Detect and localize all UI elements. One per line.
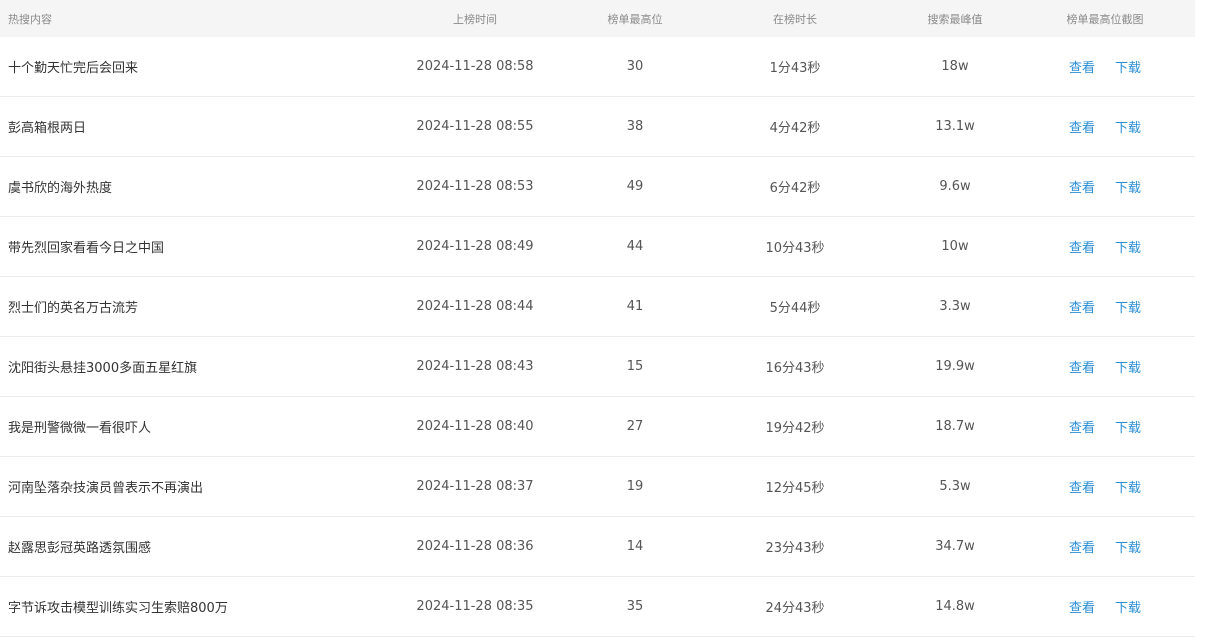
hot-search-table: 热搜内容 上榜时间 榜单最高位 在榜时长 搜索最峰值 榜单最高位截图 十个勤天忙… <box>0 0 1195 637</box>
row-title: 烈士们的英名万古流芳 <box>8 301 139 316</box>
row-duration: 16分43秒 <box>765 361 825 376</box>
header-duration: 在榜时长 <box>773 12 817 26</box>
row-duration: 4分42秒 <box>769 121 821 136</box>
download-link[interactable]: 下载 <box>1115 297 1141 316</box>
view-link[interactable]: 查看 <box>1069 297 1095 316</box>
row-time: 2024-11-28 08:58 <box>416 59 534 74</box>
view-link[interactable]: 查看 <box>1069 177 1095 196</box>
view-link[interactable]: 查看 <box>1069 357 1095 376</box>
table-row: 河南坠落杂技演员曾表示不再演出 2024-11-28 08:37 19 12分4… <box>0 457 1195 517</box>
row-rank: 30 <box>626 59 644 74</box>
view-link[interactable]: 查看 <box>1069 597 1095 616</box>
row-rank: 27 <box>626 419 644 434</box>
row-duration: 23分43秒 <box>765 541 825 556</box>
row-time: 2024-11-28 08:36 <box>416 539 534 554</box>
row-actions: 查看 下载 <box>1015 177 1195 196</box>
download-link[interactable]: 下载 <box>1115 237 1141 256</box>
row-peak: 3.3w <box>939 299 971 314</box>
row-time: 2024-11-28 08:37 <box>416 479 534 494</box>
row-time: 2024-11-28 08:43 <box>416 359 534 374</box>
row-rank: 14 <box>626 539 644 554</box>
row-title: 沈阳街头悬挂3000多面五星红旗 <box>8 361 198 376</box>
table-row: 我是刑警微微一看很吓人 2024-11-28 08:40 27 19分42秒 1… <box>0 397 1195 457</box>
table-row: 沈阳街头悬挂3000多面五星红旗 2024-11-28 08:43 15 16分… <box>0 337 1195 397</box>
table-row: 虞书欣的海外热度 2024-11-28 08:53 49 6分42秒 9.6w … <box>0 157 1195 217</box>
row-rank: 19 <box>626 479 644 494</box>
row-time: 2024-11-28 08:55 <box>416 119 534 134</box>
row-rank: 41 <box>626 299 644 314</box>
view-link[interactable]: 查看 <box>1069 537 1095 556</box>
table-row: 字节诉攻击模型训练实习生索赔800万 2024-11-28 08:35 35 2… <box>0 577 1195 637</box>
table-row: 烈士们的英名万古流芳 2024-11-28 08:44 41 5分44秒 3.3… <box>0 277 1195 337</box>
row-title: 我是刑警微微一看很吓人 <box>8 421 152 436</box>
row-peak: 10w <box>941 239 969 254</box>
row-time: 2024-11-28 08:40 <box>416 419 534 434</box>
view-link[interactable]: 查看 <box>1069 417 1095 436</box>
download-link[interactable]: 下载 <box>1115 357 1141 376</box>
row-peak: 18w <box>941 59 969 74</box>
row-duration: 19分42秒 <box>765 421 825 436</box>
view-link[interactable]: 查看 <box>1069 117 1095 136</box>
table-header: 热搜内容 上榜时间 榜单最高位 在榜时长 搜索最峰值 榜单最高位截图 <box>0 0 1195 37</box>
row-duration: 1分43秒 <box>769 61 821 76</box>
download-link[interactable]: 下载 <box>1115 177 1141 196</box>
header-peak: 搜索最峰值 <box>927 12 983 26</box>
row-actions: 查看 下载 <box>1015 537 1195 556</box>
view-link[interactable]: 查看 <box>1069 237 1095 256</box>
download-link[interactable]: 下载 <box>1115 417 1141 436</box>
row-actions: 查看 下载 <box>1015 477 1195 496</box>
row-title: 十个勤天忙完后会回来 <box>8 61 139 76</box>
row-peak: 9.6w <box>939 179 971 194</box>
row-rank: 15 <box>626 359 644 374</box>
download-link[interactable]: 下载 <box>1115 117 1141 136</box>
header-time: 上榜时间 <box>453 12 497 26</box>
row-duration: 10分43秒 <box>765 241 825 256</box>
row-peak: 5.3w <box>939 479 971 494</box>
row-title: 赵露思彭冠英路透氛围感 <box>8 541 152 556</box>
view-link[interactable]: 查看 <box>1069 57 1095 76</box>
row-duration: 5分44秒 <box>769 301 821 316</box>
table-row: 带先烈回家看看今日之中国 2024-11-28 08:49 44 10分43秒 … <box>0 217 1195 277</box>
row-rank: 44 <box>626 239 644 254</box>
download-link[interactable]: 下载 <box>1115 597 1141 616</box>
row-rank: 35 <box>626 599 644 614</box>
row-title: 河南坠落杂技演员曾表示不再演出 <box>8 481 204 496</box>
row-rank: 49 <box>626 179 644 194</box>
download-link[interactable]: 下载 <box>1115 57 1141 76</box>
row-peak: 14.8w <box>935 599 975 614</box>
view-link[interactable]: 查看 <box>1069 477 1095 496</box>
download-link[interactable]: 下载 <box>1115 477 1141 496</box>
row-duration: 12分45秒 <box>765 481 825 496</box>
row-time: 2024-11-28 08:49 <box>416 239 534 254</box>
header-title: 热搜内容 <box>8 12 52 26</box>
row-actions: 查看 下载 <box>1015 597 1195 616</box>
row-actions: 查看 下载 <box>1015 417 1195 436</box>
row-title: 字节诉攻击模型训练实习生索赔800万 <box>8 601 228 616</box>
row-time: 2024-11-28 08:35 <box>416 599 534 614</box>
header-highest-rank: 榜单最高位 <box>607 12 663 26</box>
table-row: 赵露思彭冠英路透氛围感 2024-11-28 08:36 14 23分43秒 3… <box>0 517 1195 577</box>
row-peak: 13.1w <box>935 119 975 134</box>
row-rank: 38 <box>626 119 644 134</box>
row-title: 彭高箱根两日 <box>8 121 87 136</box>
row-duration: 24分43秒 <box>765 601 825 616</box>
row-title: 带先烈回家看看今日之中国 <box>8 241 165 256</box>
table-row: 十个勤天忙完后会回来 2024-11-28 08:58 30 1分43秒 18w… <box>0 37 1195 97</box>
row-time: 2024-11-28 08:53 <box>416 179 534 194</box>
download-link[interactable]: 下载 <box>1115 537 1141 556</box>
row-title: 虞书欣的海外热度 <box>8 181 113 196</box>
row-actions: 查看 下载 <box>1015 297 1195 316</box>
row-actions: 查看 下载 <box>1015 117 1195 136</box>
row-actions: 查看 下载 <box>1015 237 1195 256</box>
row-actions: 查看 下载 <box>1015 357 1195 376</box>
row-peak: 18.7w <box>935 419 975 434</box>
row-duration: 6分42秒 <box>769 181 821 196</box>
row-time: 2024-11-28 08:44 <box>416 299 534 314</box>
row-actions: 查看 下载 <box>1015 57 1195 76</box>
row-peak: 34.7w <box>935 539 975 554</box>
row-peak: 19.9w <box>935 359 975 374</box>
header-screenshot: 榜单最高位截图 <box>1066 12 1144 26</box>
table-row: 彭高箱根两日 2024-11-28 08:55 38 4分42秒 13.1w 查… <box>0 97 1195 157</box>
